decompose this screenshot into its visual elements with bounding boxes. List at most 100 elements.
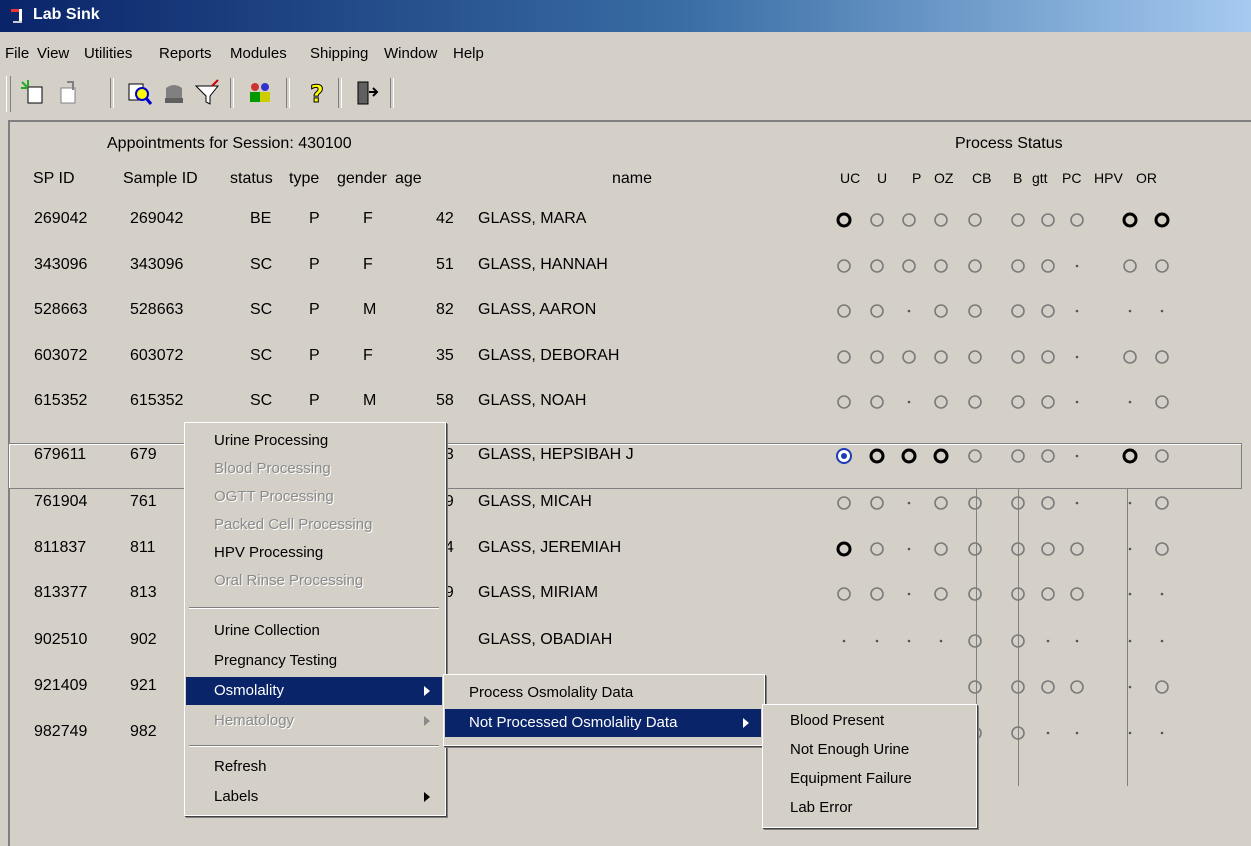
- status-indicator-pc[interactable]: [1068, 585, 1086, 603]
- status-indicator-u[interactable]: [868, 585, 886, 603]
- menu-shipping[interactable]: Shipping: [310, 45, 368, 62]
- status-indicator-u[interactable]: [868, 257, 886, 275]
- status-indicator-hpv[interactable]: [1121, 447, 1139, 465]
- help-icon[interactable]: ?: [300, 78, 332, 109]
- menu-labels[interactable]: Labels: [186, 783, 442, 811]
- status-indicator-b[interactable]: [1009, 211, 1027, 229]
- menu-utilities[interactable]: Utilities: [84, 45, 132, 62]
- menu-lab-error[interactable]: Lab Error: [764, 794, 973, 822]
- status-indicator-hpv[interactable]: [1121, 257, 1139, 275]
- status-indicator-or[interactable]: [1153, 447, 1171, 465]
- col-type[interactable]: type: [289, 170, 319, 188]
- find-icon[interactable]: [124, 78, 156, 108]
- status-indicator-or[interactable]: [1153, 540, 1171, 558]
- status-indicator-b[interactable]: [1009, 632, 1027, 650]
- status-indicator-b[interactable]: [1009, 540, 1027, 558]
- status-indicator-uc[interactable]: [835, 393, 853, 411]
- menu-not-enough-urine[interactable]: Not Enough Urine: [764, 736, 973, 764]
- status-indicator-b[interactable]: [1009, 494, 1027, 512]
- status-indicator-hpv[interactable]: [1121, 724, 1139, 742]
- menu-window[interactable]: Window: [384, 45, 437, 62]
- status-indicator-uc[interactable]: [835, 302, 853, 320]
- status-indicator-cb[interactable]: [966, 678, 984, 696]
- menu-refresh[interactable]: Refresh: [186, 753, 442, 781]
- toolbar-grip[interactable]: [6, 76, 11, 112]
- status-indicator-p[interactable]: [900, 393, 918, 411]
- status-indicator-hpv[interactable]: [1121, 348, 1139, 366]
- col-status[interactable]: status: [230, 170, 273, 188]
- col-gtt[interactable]: gtt: [1032, 170, 1048, 186]
- status-indicator-p[interactable]: [900, 494, 918, 512]
- menu-osmolality[interactable]: Osmolality: [186, 677, 442, 705]
- menu-urine-collection[interactable]: Urine Collection: [186, 617, 442, 645]
- status-indicator-oz[interactable]: [932, 632, 950, 650]
- col-age[interactable]: age: [395, 170, 422, 188]
- col-oz[interactable]: OZ: [934, 170, 953, 186]
- table-row[interactable]: 603072 603072 SC P F 35 GLASS, DEBORAH: [0, 336, 1243, 378]
- table-row[interactable]: 615352 615352 SC P M 58 GLASS, NOAH: [0, 381, 1243, 423]
- status-indicator-p[interactable]: [900, 632, 918, 650]
- status-indicator-pc[interactable]: [1068, 302, 1086, 320]
- status-indicator-oz[interactable]: [932, 348, 950, 366]
- status-indicator-pc[interactable]: [1068, 211, 1086, 229]
- status-indicator-uc[interactable]: [835, 585, 853, 603]
- col-pc[interactable]: PC: [1062, 170, 1081, 186]
- status-indicator-cb[interactable]: [966, 632, 984, 650]
- status-indicator-gtt[interactable]: [1039, 632, 1057, 650]
- status-indicator-gtt[interactable]: [1039, 724, 1057, 742]
- exit-icon[interactable]: [350, 78, 382, 108]
- status-indicator-pc[interactable]: [1068, 724, 1086, 742]
- status-indicator-or[interactable]: [1153, 211, 1171, 229]
- status-indicator-pc[interactable]: [1068, 632, 1086, 650]
- col-sp-id[interactable]: SP ID: [33, 170, 75, 188]
- menu-view[interactable]: View: [37, 45, 69, 62]
- status-indicator-gtt[interactable]: [1039, 585, 1057, 603]
- status-indicator-or[interactable]: [1153, 302, 1171, 320]
- status-indicator-p[interactable]: [900, 302, 918, 320]
- status-indicator-cb[interactable]: [966, 302, 984, 320]
- status-indicator-b[interactable]: [1009, 393, 1027, 411]
- status-indicator-u[interactable]: [868, 393, 886, 411]
- menu-oral-rinse-processing[interactable]: Oral Rinse Processing: [186, 567, 442, 595]
- status-indicator-u[interactable]: [868, 540, 886, 558]
- table-row[interactable]: 269042 269042 BE P F 42 GLASS, MARA: [0, 199, 1243, 241]
- status-indicator-uc[interactable]: [835, 257, 853, 275]
- status-indicator-pc[interactable]: [1068, 540, 1086, 558]
- status-indicator-cb[interactable]: [966, 585, 984, 603]
- menu-not-processed-osmolality-data[interactable]: Not Processed Osmolality Data: [445, 709, 761, 737]
- status-indicator-b[interactable]: [1009, 348, 1027, 366]
- status-indicator-uc[interactable]: [835, 211, 853, 229]
- status-indicator-b[interactable]: [1009, 724, 1027, 742]
- filter-icon[interactable]: [192, 78, 224, 108]
- col-gender[interactable]: gender: [337, 170, 387, 188]
- status-indicator-hpv[interactable]: [1121, 585, 1139, 603]
- status-indicator-u[interactable]: [868, 348, 886, 366]
- status-indicator-gtt[interactable]: [1039, 211, 1057, 229]
- status-indicator-cb[interactable]: [966, 393, 984, 411]
- col-name[interactable]: name: [612, 170, 652, 188]
- status-indicator-hpv[interactable]: [1121, 632, 1139, 650]
- status-indicator-or[interactable]: [1153, 393, 1171, 411]
- menu-ogtt-processing[interactable]: OGTT Processing: [186, 483, 442, 511]
- status-indicator-oz[interactable]: [932, 257, 950, 275]
- status-indicator-oz[interactable]: [932, 494, 950, 512]
- menu-blood-processing[interactable]: Blood Processing: [186, 455, 442, 483]
- status-indicator-pc[interactable]: [1068, 447, 1086, 465]
- status-indicator-or[interactable]: [1153, 678, 1171, 696]
- status-indicator-pc[interactable]: [1068, 494, 1086, 512]
- menu-modules[interactable]: Modules: [230, 45, 287, 62]
- status-indicator-p[interactable]: [900, 540, 918, 558]
- status-indicator-or[interactable]: [1153, 257, 1171, 275]
- status-indicator-cb[interactable]: [966, 494, 984, 512]
- status-indicator-gtt[interactable]: [1039, 540, 1057, 558]
- status-indicator-b[interactable]: [1009, 585, 1027, 603]
- status-indicator-or[interactable]: [1153, 632, 1171, 650]
- status-indicator-uc[interactable]: [835, 540, 853, 558]
- status-indicator-gtt[interactable]: [1039, 348, 1057, 366]
- menu-equipment-failure[interactable]: Equipment Failure: [764, 765, 973, 793]
- status-indicator-or[interactable]: [1153, 494, 1171, 512]
- col-uc[interactable]: UC: [840, 170, 860, 186]
- col-p[interactable]: P: [912, 170, 921, 186]
- status-indicator-p[interactable]: [900, 211, 918, 229]
- col-hpv[interactable]: HPV: [1094, 170, 1123, 186]
